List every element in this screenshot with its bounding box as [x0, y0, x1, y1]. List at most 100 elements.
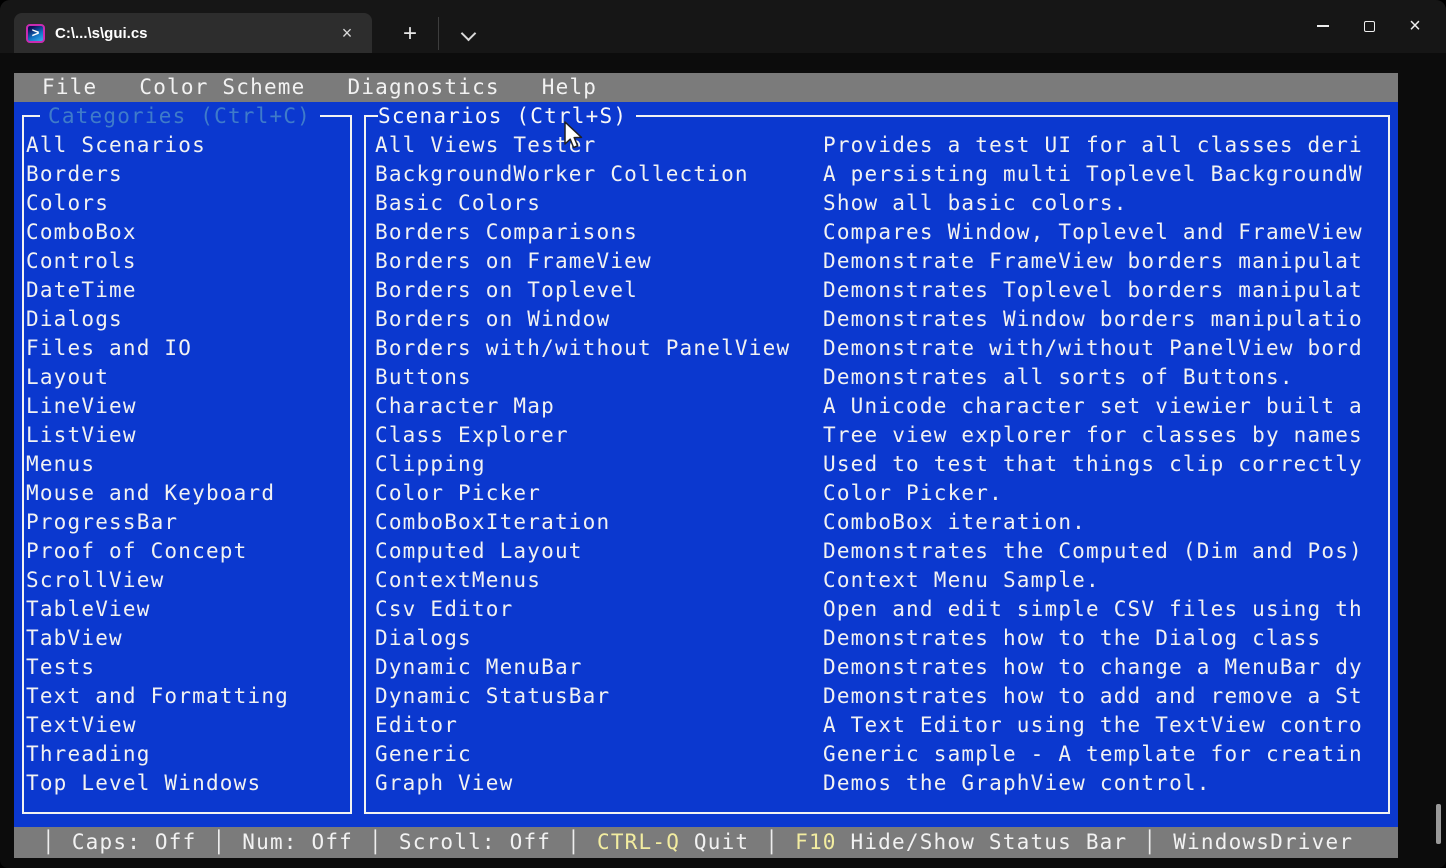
category-list-item[interactable]: Controls: [23, 247, 350, 276]
scenario-table-row[interactable]: Borders with/without PanelView Demonstra…: [366, 334, 1388, 363]
scenario-name: Basic Colors: [375, 189, 823, 218]
scenario-name: BackgroundWorker Collection: [375, 160, 823, 189]
status-hotkey: CTRL-Q: [597, 827, 694, 858]
status-bar-item[interactable]: │ Caps: Off: [26, 827, 196, 858]
scenarios-frame-border: [1388, 115, 1390, 814]
minimize-button[interactable]: [1300, 6, 1346, 46]
scenario-description: Compares Window, Toplevel and FrameView: [823, 218, 1388, 247]
category-list-item[interactable]: Mouse and Keyboard: [23, 479, 350, 508]
category-list-item[interactable]: ScrollView: [23, 566, 350, 595]
new-tab-button[interactable]: +: [392, 18, 428, 50]
scenario-table-row[interactable]: Dynamic MenuBar Demonstrates how to chan…: [366, 653, 1388, 682]
category-list-item[interactable]: TabView: [23, 624, 350, 653]
scenario-table-row[interactable]: Clipping Used to test that things clip c…: [366, 450, 1388, 479]
status-label: Caps: Off: [72, 827, 197, 858]
scenario-name: Borders on FrameView: [375, 247, 823, 276]
close-button[interactable]: ×: [1392, 6, 1438, 46]
tab-dropdown-button[interactable]: [450, 18, 486, 50]
status-separator: │: [369, 827, 383, 858]
tab-title: C:\...\s\gui.cs: [55, 25, 334, 42]
status-bar-item[interactable]: │ WindowsDriver: [1127, 827, 1353, 858]
category-list-item[interactable]: ListView: [23, 421, 350, 450]
categories-list: All Scenarios Borders Colors ComboBox Co…: [23, 131, 350, 798]
terminal-tab[interactable]: > C:\...\s\gui.cs ×: [14, 13, 372, 53]
scenario-table-row[interactable]: Generic Generic sample - A template for …: [366, 740, 1388, 769]
terminal-screen: Categories (Ctrl+C) Scenarios (Ctrl+S) A…: [14, 102, 1398, 827]
scenario-table-row[interactable]: Graph View Demos the GraphView control.: [366, 769, 1388, 798]
scenario-table-row[interactable]: Class Explorer Tree view explorer for cl…: [366, 421, 1388, 450]
category-list-item[interactable]: Top Level Windows: [23, 769, 350, 798]
scenario-description: Context Menu Sample.: [823, 566, 1388, 595]
category-list-item[interactable]: Menus: [23, 450, 350, 479]
status-bar-item[interactable]: │ F10 Hide/Show Status Bar: [749, 827, 1127, 858]
category-list-item[interactable]: TextView: [23, 711, 350, 740]
scenario-table-row[interactable]: Dialogs Demonstrates how to the Dialog c…: [366, 624, 1388, 653]
scenario-table-row[interactable]: Editor A Text Editor using the TextView …: [366, 711, 1388, 740]
scenario-name: ComboBoxIteration: [375, 508, 823, 537]
scenarios-table: All Views Tester Provides a test UI for …: [366, 131, 1388, 798]
terminal-app-icon: >: [26, 24, 45, 43]
scenario-table-row[interactable]: Computed Layout Demonstrates the Compute…: [366, 537, 1388, 566]
category-list-item[interactable]: Tests: [23, 653, 350, 682]
scenarios-frame-border: [636, 115, 1388, 117]
menu-item[interactable]: Help: [542, 73, 597, 102]
scenario-description: Demonstrates Window borders manipulatio: [823, 305, 1388, 334]
category-list-item[interactable]: Dialogs: [23, 305, 350, 334]
status-hotkey: F10: [795, 827, 850, 858]
titlebar: > C:\...\s\gui.cs × + ×: [0, 0, 1446, 53]
scenario-name: Csv Editor: [375, 595, 823, 624]
tab-close-icon[interactable]: ×: [334, 20, 360, 46]
status-bar-item[interactable]: │ Scroll: Off: [353, 827, 551, 858]
status-bar-item[interactable]: │ Num: Off: [196, 827, 353, 858]
scenario-description: Show all basic colors.: [823, 189, 1388, 218]
category-list-item[interactable]: TableView: [23, 595, 350, 624]
scenario-table-row[interactable]: Buttons Demonstrates all sorts of Button…: [366, 363, 1388, 392]
scenario-name: Dynamic StatusBar: [375, 682, 823, 711]
scenario-table-row[interactable]: ComboBoxIteration ComboBox iteration.: [366, 508, 1388, 537]
scenario-description: A persisting multi Toplevel BackgroundW: [823, 160, 1388, 189]
category-list-item[interactable]: Layout: [23, 363, 350, 392]
scenario-table-row[interactable]: Dynamic StatusBar Demonstrates how to ad…: [366, 682, 1388, 711]
scenario-description: Provides a test UI for all classes deri: [823, 131, 1388, 160]
category-list-item[interactable]: Colors: [23, 189, 350, 218]
maximize-button[interactable]: [1346, 6, 1392, 46]
category-list-item[interactable]: ComboBox: [23, 218, 350, 247]
scenario-description: Used to test that things clip correctly: [823, 450, 1388, 479]
category-list-item[interactable]: Threading: [23, 740, 350, 769]
scenario-name: Color Picker: [375, 479, 823, 508]
scenario-name: Borders on Window: [375, 305, 823, 334]
category-list-item[interactable]: ProgressBar: [23, 508, 350, 537]
scenario-table-row[interactable]: BackgroundWorker Collection A persisting…: [366, 160, 1388, 189]
scenario-table-row[interactable]: Basic Colors Show all basic colors.: [366, 189, 1388, 218]
scenario-table-row[interactable]: Borders Comparisons Compares Window, Top…: [366, 218, 1388, 247]
category-list-item[interactable]: LineView: [23, 392, 350, 421]
category-list-item[interactable]: DateTime: [23, 276, 350, 305]
menu-item[interactable]: File: [42, 73, 97, 102]
scenario-table-row[interactable]: All Views Tester Provides a test UI for …: [366, 131, 1388, 160]
scenario-description: Tree view explorer for classes by names: [823, 421, 1388, 450]
chevron-down-icon: [460, 25, 476, 41]
scenario-table-row[interactable]: Borders on Toplevel Demonstrates Topleve…: [366, 276, 1388, 305]
categories-frame-border: [350, 115, 352, 814]
category-list-item[interactable]: Text and Formatting: [23, 682, 350, 711]
category-list-item[interactable]: Borders: [23, 160, 350, 189]
scenario-description: Color Picker.: [823, 479, 1388, 508]
scenario-table-row[interactable]: ContextMenus Context Menu Sample.: [366, 566, 1388, 595]
status-bar-item[interactable]: │ CTRL-Q Quit: [551, 827, 749, 858]
categories-frame-border: [22, 115, 40, 117]
menu-item[interactable]: Color Scheme: [139, 73, 305, 102]
category-list-item[interactable]: Files and IO: [23, 334, 350, 363]
scenario-table-row[interactable]: Borders on Window Demonstrates Window bo…: [366, 305, 1388, 334]
scenarios-frame-border: [364, 115, 378, 117]
scenario-table-row[interactable]: Csv Editor Open and edit simple CSV file…: [366, 595, 1388, 624]
category-list-item[interactable]: Proof of Concept: [23, 537, 350, 566]
scrollbar-thumb[interactable]: [1436, 804, 1441, 844]
scenario-table-row[interactable]: Borders on FrameView Demonstrate FrameVi…: [366, 247, 1388, 276]
scenario-description: Demonstrate with/without PanelView bord: [823, 334, 1388, 363]
menu-bar: File Color Scheme Diagnostics Help: [14, 73, 1398, 102]
menu-item[interactable]: Diagnostics: [348, 73, 500, 102]
mouse-cursor-icon: [563, 121, 587, 156]
scenario-table-row[interactable]: Color Picker Color Picker.: [366, 479, 1388, 508]
category-list-item[interactable]: All Scenarios: [23, 131, 350, 160]
scenario-table-row[interactable]: Character Map A Unicode character set vi…: [366, 392, 1388, 421]
